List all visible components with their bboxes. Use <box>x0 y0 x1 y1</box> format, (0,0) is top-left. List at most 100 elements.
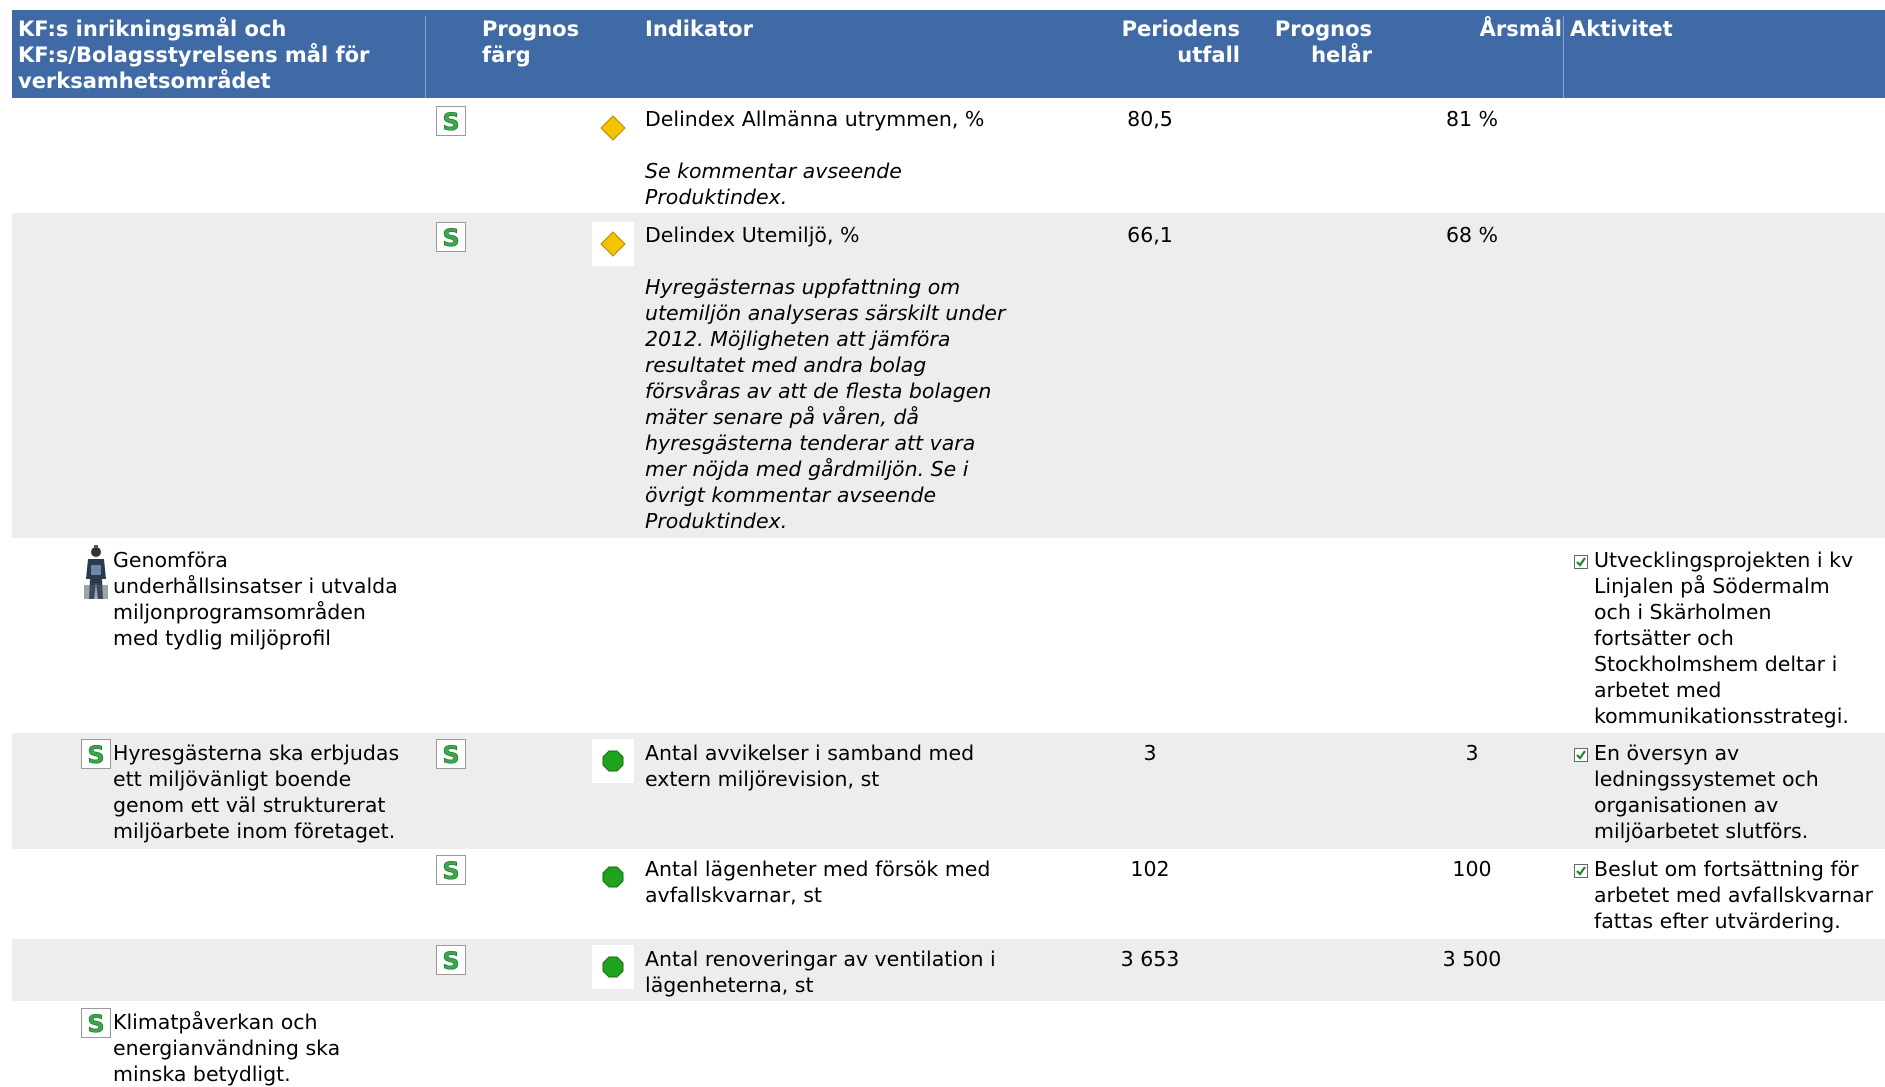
svg-text:S: S <box>87 1010 104 1037</box>
s-icon[interactable]: S <box>436 106 466 136</box>
header-utfall-line: utfall <box>1177 43 1240 67</box>
arsmal-value: 68 % <box>1445 223 1499 247</box>
activity-line: arbetet med <box>1594 678 1722 702</box>
activity-text: En översyn av ledningssystemet och organ… <box>1594 740 1819 844</box>
goal-line: ett miljövänligt boende <box>113 767 352 791</box>
activity-line: och i Skärholmen <box>1594 600 1772 624</box>
activity-line: Utvecklingsprojekten i kv <box>1594 548 1854 572</box>
utfall-value: 66,1 <box>1127 223 1173 247</box>
goal-line: genom ett väl strukturerat <box>113 793 386 817</box>
utfall-value: 102 <box>1130 857 1170 881</box>
header-utfall-line: Periodens <box>1121 17 1240 41</box>
activity-text: Beslut om fortsättning för arbetet med a… <box>1594 856 1873 934</box>
header-prognos-farg-line: Prognos <box>482 17 580 41</box>
indicator-name: Antal lägenheter med försök med avfallsk… <box>645 856 990 908</box>
activity-line: miljöarbetet slutförs. <box>1594 819 1809 843</box>
header-helar-line: Prognos <box>1274 17 1372 41</box>
table-row: S Delindex Utemiljö, % Hyregästernas upp… <box>12 213 1885 538</box>
activity-line: Stockholmshem deltar i <box>1594 652 1838 676</box>
header-arsmal: Årsmål <box>1479 17 1562 41</box>
goal-line: Hyresgästerna ska erbjudas <box>113 741 400 765</box>
arsmal-value: 81 % <box>1445 107 1499 131</box>
utfall-value: 80,5 <box>1127 107 1173 131</box>
comment-line: Produktindex. <box>645 509 788 533</box>
goal-text: Klimatpåverkan och energianvändning ska … <box>113 1009 340 1087</box>
goal-line: energianvändning ska <box>113 1036 341 1060</box>
arsmal-value: 3 500 <box>1442 947 1502 971</box>
activity-text: Utvecklingsprojekten i kv Linjalen på Sö… <box>1594 547 1853 729</box>
header-aktivitet: Aktivitet <box>1570 17 1673 41</box>
header-divider <box>1563 16 1564 98</box>
goal-line: Klimatpåverkan och <box>113 1010 318 1034</box>
comment-line: Produktindex. <box>645 185 788 209</box>
table-row: S Antal lägenheter med försök med avfall… <box>12 849 1885 939</box>
header-goal: KF:s inrikningsmål och KF:s/Bolagsstyrel… <box>18 16 428 94</box>
activity-line: fortsätter och <box>1594 626 1734 650</box>
s-icon[interactable]: S <box>436 739 466 769</box>
comment-line: utemiljön analyseras särskilt under <box>645 301 1006 325</box>
indicator-line: Antal renoveringar av ventilation i <box>645 947 996 971</box>
table-row: Genomföra underhållsinsatser i utvalda m… <box>12 538 1885 733</box>
table-header: KF:s inrikningsmål och KF:s/Bolagsstyrel… <box>12 10 1885 98</box>
header-goal-line: KF:s inrikningsmål och <box>18 17 287 41</box>
s-icon[interactable]: S <box>436 855 466 885</box>
header-helar-line: helår <box>1311 43 1372 67</box>
svg-text:S: S <box>87 741 104 768</box>
checkbox-checked-icon[interactable] <box>1574 550 1588 569</box>
arsmal-value: 100 <box>1452 857 1492 881</box>
goal-line: minska betydligt. <box>113 1062 291 1086</box>
indicator-name: Antal avvikelser i samband med extern mi… <box>645 740 974 792</box>
s-icon[interactable]: S <box>81 1008 111 1038</box>
header-periodens-utfall: Periodens utfall <box>1090 16 1240 68</box>
indicator-line: lägenheterna, st <box>645 973 814 997</box>
svg-text:S: S <box>442 947 459 974</box>
goal-line: miljonprogramsområden <box>113 600 366 624</box>
header-divider <box>425 16 426 98</box>
comment-line: hyresgästerna tenderar att vara <box>645 431 976 455</box>
goal-line: med tydlig miljöprofil <box>113 626 331 650</box>
goal-line: miljöarbete inom företaget. <box>113 819 396 843</box>
comment-line: Hyregästernas uppfattning om <box>645 275 961 299</box>
utfall-value: 3 653 <box>1120 947 1180 971</box>
header-prognos-farg: Prognos färg <box>482 16 579 68</box>
checkbox-checked-icon[interactable] <box>1574 859 1588 878</box>
activity-line: En översyn av <box>1594 741 1740 765</box>
table-row: S Klimatpåverkan och energianvändning sk… <box>12 1001 1885 1086</box>
table-row: S Delindex Allmänna utrymmen, % Se komme… <box>12 98 1885 213</box>
activity-line: kommunikationsstrategi. <box>1594 704 1849 728</box>
indicator-name: Delindex Utemiljö, % <box>645 223 860 247</box>
comment-line: 2012. Möjligheten att jämföra <box>645 327 951 351</box>
comment-line: övrigt kommentar avseende <box>645 483 937 507</box>
s-icon[interactable]: S <box>436 222 466 252</box>
indicator-line: Antal avvikelser i samband med <box>645 741 975 765</box>
indicator-line: Antal lägenheter med försök med <box>645 857 991 881</box>
dot-green-icon <box>592 739 634 783</box>
dot-green-icon <box>592 945 634 989</box>
svg-text:S: S <box>442 741 459 768</box>
s-icon[interactable]: S <box>81 739 111 769</box>
person-icon <box>82 545 110 606</box>
checkbox-checked-icon[interactable] <box>1574 743 1588 762</box>
table-row: S Hyresgästerna ska erbjudas ett miljövä… <box>12 733 1885 849</box>
diamond-yellow-icon <box>592 106 634 150</box>
header-goal-line: verksamhetsområdet <box>18 69 271 93</box>
comment-line: mer nöjda med gårdmiljön. Se i <box>645 457 969 481</box>
indicator-comment: Se kommentar avseende Produktindex. <box>645 158 902 210</box>
s-icon[interactable]: S <box>436 945 466 975</box>
svg-text:S: S <box>442 224 459 251</box>
table-row: S Antal renoveringar av ventilation i lä… <box>12 939 1885 1001</box>
activity-line: Linjalen på Södermalm <box>1594 574 1830 598</box>
activity-line: arbetet med avfallskvarnar <box>1594 883 1874 907</box>
indicator-comment: Hyregästernas uppfattning om utemiljön a… <box>645 274 1005 534</box>
svg-text:S: S <box>442 108 459 135</box>
goal-text: Genomföra underhållsinsatser i utvalda m… <box>113 547 398 651</box>
comment-line: försvåras av att de flesta bolagen <box>645 379 992 403</box>
indicator-line: avfallskvarnar, st <box>645 883 822 907</box>
diamond-yellow-icon <box>592 222 634 266</box>
activity-line: Beslut om fortsättning för <box>1594 857 1859 881</box>
header-prognos-farg-line: färg <box>482 43 531 67</box>
header-prognos-helar: Prognos helår <box>1250 16 1372 68</box>
goal-text: Hyresgästerna ska erbjudas ett miljövänl… <box>113 740 399 844</box>
indicator-name: Delindex Allmänna utrymmen, % <box>645 107 985 131</box>
indicator-line: extern miljörevision, st <box>645 767 880 791</box>
